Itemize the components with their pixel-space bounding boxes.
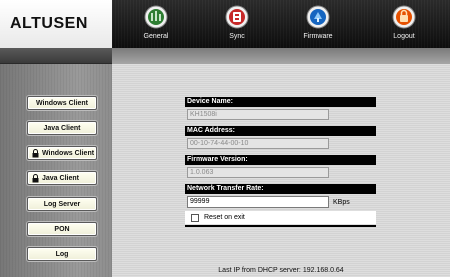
nav-general[interactable]: General	[126, 4, 186, 46]
sync-icon	[224, 4, 250, 30]
lock-icon	[32, 173, 39, 183]
general-globe-icon	[143, 4, 169, 30]
lock-icon	[32, 148, 39, 158]
network-transfer-rate-row: 99999 KBps	[187, 196, 376, 208]
network-transfer-rate-input[interactable]: 99999	[187, 196, 329, 208]
left-sidebar: Windows Client Java Client Windows Clien…	[0, 48, 112, 277]
main-content: Device Name: KH1508i MAC Address: 00-10-…	[112, 48, 450, 277]
device-name-field: KH1508i	[187, 109, 329, 120]
firmware-version-label: Firmware Version:	[185, 155, 376, 165]
windows-client-button[interactable]: Windows Client	[27, 96, 97, 110]
brand-name: ALTUSEN	[10, 15, 88, 32]
nav-sync-label: Sync	[229, 33, 245, 40]
network-transfer-rate-unit: KBps	[333, 198, 350, 206]
device-info-form: Device Name: KH1508i MAC Address: 00-10-…	[185, 97, 376, 227]
nav-firmware-label: Firmware	[303, 33, 333, 40]
main-top-strip	[112, 48, 450, 64]
brand-logo: ALTUSEN	[0, 0, 112, 48]
firmware-icon	[305, 4, 331, 30]
top-header: ALTUSEN General Sync Firmware Logout	[0, 0, 450, 48]
form-divider	[185, 225, 376, 227]
secure-java-client-button-label: Java Client	[42, 174, 79, 182]
pon-button[interactable]: PON	[27, 222, 97, 236]
reset-on-exit-row: Reset on exit	[185, 211, 376, 224]
nav-logout[interactable]: Logout	[374, 4, 434, 46]
secure-windows-client-button-label: Windows Client	[42, 149, 95, 157]
logout-icon	[391, 4, 417, 30]
nav-firmware[interactable]: Firmware	[288, 4, 348, 46]
device-name-label: Device Name:	[185, 97, 376, 107]
java-client-button[interactable]: Java Client	[27, 121, 97, 135]
log-button[interactable]: Log	[27, 247, 97, 261]
log-server-button-label: Log Server	[43, 200, 81, 208]
reset-on-exit-checkbox[interactable]	[191, 213, 199, 222]
top-navbar: General Sync Firmware Logout	[112, 0, 450, 48]
pon-button-label: PON	[54, 225, 70, 233]
dhcp-status-text: Last IP from DHCP server: 192.168.0.64	[218, 267, 344, 274]
mac-address-label: MAC Address:	[185, 126, 376, 136]
secure-java-client-button[interactable]: Java Client	[27, 171, 97, 185]
firmware-version-field: 1.0.063	[187, 167, 329, 178]
network-transfer-rate-label: Network Transfer Rate:	[185, 184, 376, 194]
nav-sync[interactable]: Sync	[207, 4, 267, 46]
secure-windows-client-button[interactable]: Windows Client	[27, 146, 97, 160]
mac-address-field: 00-10-74-44-00-10	[187, 138, 329, 149]
reset-on-exit-label: Reset on exit	[204, 214, 245, 221]
nav-logout-label: Logout	[393, 33, 415, 40]
java-client-button-label: Java Client	[43, 124, 81, 132]
nav-general-label: General	[143, 33, 169, 40]
log-server-button[interactable]: Log Server	[27, 197, 97, 211]
sidebar-top-strip	[0, 48, 112, 64]
log-button-label: Log	[55, 250, 69, 258]
windows-client-button-label: Windows Client	[35, 99, 89, 107]
